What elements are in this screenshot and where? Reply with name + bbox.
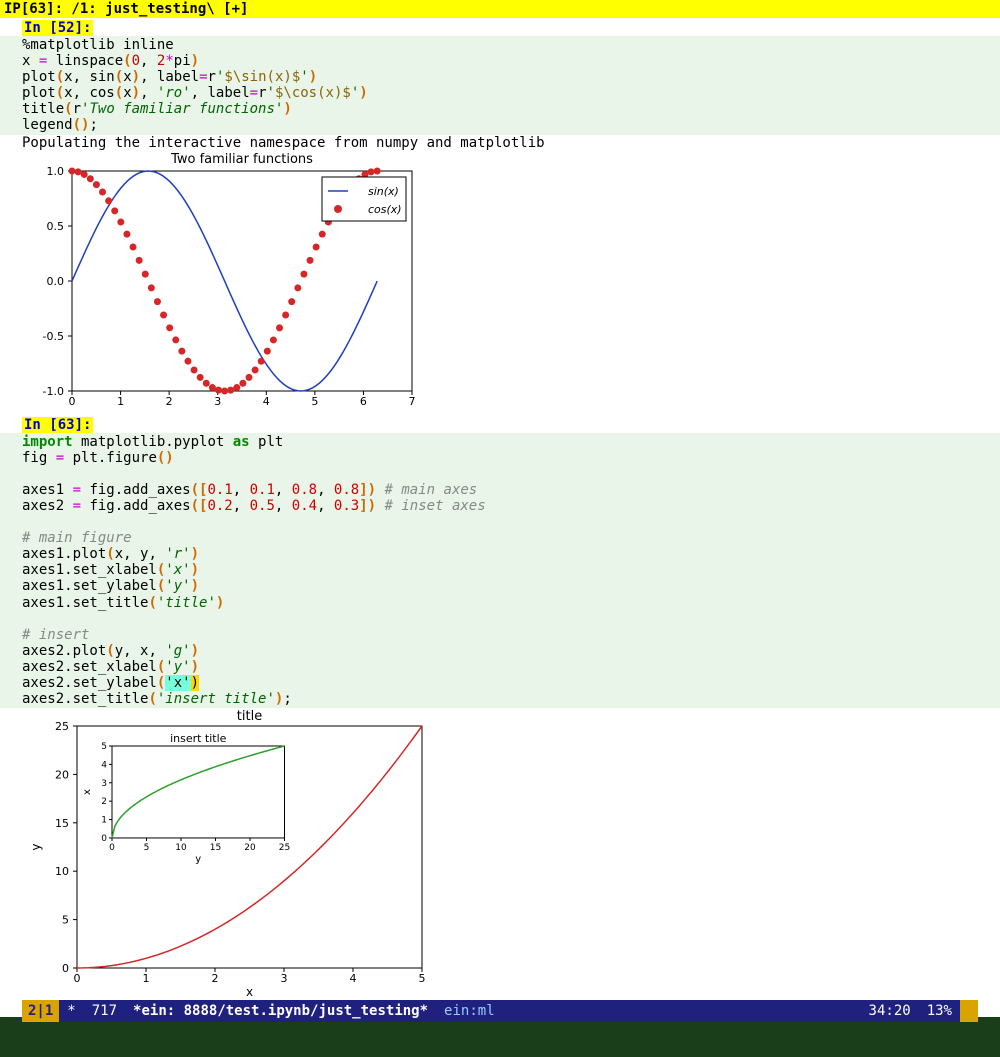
buffer-name: *ein: 8888/test.ipynb/just_testing*: [125, 1003, 436, 1019]
svg-text:0: 0: [109, 843, 115, 853]
plot-title-inset: 0 1 2 3 4 5 0 5 10 15 20 25 title x y 0 5 10 15 20 25 0 1 2 3 4 5 i…: [22, 708, 432, 998]
cell-prompt: In [52]:: [22, 20, 93, 36]
code-block[interactable]: import matplotlib.pyplot as plt fig = pl…: [0, 433, 1000, 709]
svg-text:title: title: [237, 709, 262, 724]
svg-text:2: 2: [166, 395, 173, 408]
mode-line: 2|1 * 717 *ein: 8888/test.ipynb/just_tes…: [22, 1000, 978, 1022]
svg-text:4: 4: [350, 972, 357, 985]
cursor-position: 34:20: [861, 1003, 919, 1019]
svg-text:7: 7: [409, 395, 416, 408]
svg-text:5: 5: [144, 843, 150, 853]
svg-text:3: 3: [101, 779, 107, 789]
svg-text:0: 0: [101, 834, 107, 844]
svg-text:y: y: [29, 844, 43, 851]
svg-text:20: 20: [244, 843, 256, 853]
modified-indicator: *: [59, 1003, 83, 1019]
cell-63: In [63]: import matplotlib.pyplot as plt…: [0, 415, 1000, 1003]
svg-text:y: y: [195, 854, 201, 865]
svg-text:6: 6: [360, 395, 367, 408]
svg-text:20: 20: [55, 769, 69, 782]
svg-text:10: 10: [55, 865, 69, 878]
svg-text:3: 3: [281, 972, 288, 985]
svg-text:0: 0: [62, 962, 69, 975]
powerline-endcap: [960, 1000, 978, 1022]
svg-text:25: 25: [279, 843, 290, 853]
svg-text:25: 25: [55, 720, 69, 733]
scroll-percent: 13%: [919, 1003, 960, 1019]
svg-text:1: 1: [143, 972, 150, 985]
line-count: 717: [84, 1003, 125, 1019]
svg-text:cos(x): cos(x): [368, 203, 402, 216]
cell-prompt: In [63]:: [22, 417, 93, 433]
svg-text:1: 1: [101, 816, 107, 826]
svg-text:0.0: 0.0: [47, 275, 65, 288]
svg-text:2: 2: [101, 797, 107, 807]
svg-text:x: x: [246, 985, 253, 998]
svg-text:0: 0: [69, 395, 76, 408]
svg-text:Two familiar functions: Two familiar functions: [170, 152, 313, 167]
svg-text:5: 5: [419, 972, 426, 985]
svg-text:-1.0: -1.0: [43, 385, 64, 398]
svg-text:10: 10: [175, 843, 187, 853]
svg-text:sin(x): sin(x): [368, 185, 399, 198]
code-block[interactable]: %matplotlib inline x = linspace(0, 2*pi)…: [0, 36, 1000, 135]
svg-text:0: 0: [74, 972, 81, 985]
powerline-segment: 2|1: [22, 1000, 59, 1022]
cell-output-text: Populating the interactive namespace fro…: [0, 135, 1000, 151]
svg-text:15: 15: [210, 843, 221, 853]
svg-text:4: 4: [101, 761, 107, 771]
editor-frame: IP[63]: /1: just_testing\ [+] In [52]: %…: [0, 0, 1000, 1017]
svg-text:15: 15: [55, 817, 69, 830]
svg-text:2: 2: [212, 972, 219, 985]
svg-text:insert title: insert title: [170, 732, 227, 745]
svg-text:1.0: 1.0: [47, 165, 65, 178]
window-titlebar: IP[63]: /1: just_testing\ [+]: [0, 0, 1000, 18]
svg-text:-0.5: -0.5: [43, 330, 64, 343]
major-mode: ein:ml: [436, 1003, 503, 1019]
svg-text:5: 5: [311, 395, 318, 408]
svg-text:4: 4: [263, 395, 270, 408]
svg-text:1: 1: [117, 395, 124, 408]
plot-two-familiar-functions: 0 1 2 3 4 5 6 7 -1.0 -0.5 0.0 0.5 1.0 Two familiar fu…: [22, 151, 422, 411]
svg-text:5: 5: [62, 914, 69, 927]
svg-text:x: x: [82, 789, 93, 795]
cell-52: In [52]: %matplotlib inline x = linspace…: [0, 18, 1000, 415]
svg-text:5: 5: [101, 742, 107, 752]
svg-text:0.5: 0.5: [47, 220, 65, 233]
svg-text:3: 3: [214, 395, 221, 408]
